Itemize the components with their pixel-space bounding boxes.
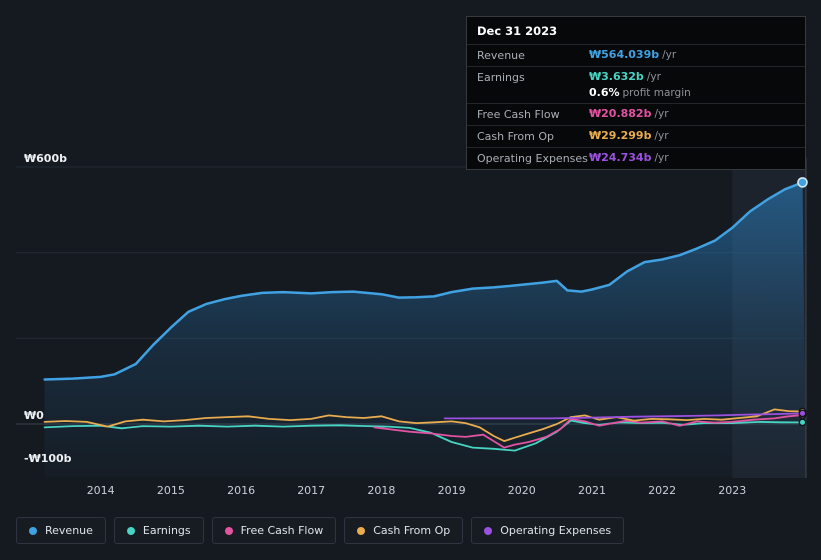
x-tick-label: 2018 — [367, 484, 396, 497]
tooltip-row-operating-expenses: Operating Expenses ₩24.734b/yr — [467, 148, 805, 169]
legend-item-free-cash-flow[interactable]: Free Cash Flow — [211, 517, 337, 544]
revenue-value: ₩564.039b — [589, 48, 660, 61]
y-axis-label: ₩600b — [24, 152, 67, 165]
revenue-dot-icon — [29, 526, 37, 535]
x-tick-label: 2019 — [437, 484, 466, 497]
value-suffix: /yr — [662, 49, 677, 61]
profit-margin-label: profit margin — [622, 87, 691, 99]
cash-from-op-value: ₩29.299b — [589, 129, 652, 142]
operating-expenses-endpoint — [798, 409, 807, 418]
tooltip-row-earnings: Earnings ₩3.632b/yr 0.6% profit margin — [467, 67, 805, 104]
legend-label: Operating Expenses — [500, 524, 612, 537]
x-tick-label: 2014 — [86, 484, 115, 497]
revenue-endpoint — [797, 177, 808, 188]
value-suffix: /yr — [654, 130, 669, 142]
legend-label: Revenue — [45, 524, 93, 537]
operating-expenses-value: ₩24.734b — [589, 151, 652, 164]
tooltip-value: ₩20.882b/yr — [589, 107, 669, 120]
value-suffix: /yr — [654, 152, 669, 164]
tooltip-card: Dec 31 2023 Revenue ₩564.039b/yr Earning… — [466, 16, 806, 170]
tooltip-label: Earnings — [477, 71, 525, 84]
x-tick-label: 2020 — [507, 484, 536, 497]
x-tick-label: 2022 — [648, 484, 677, 497]
tooltip-label: Operating Expenses — [477, 152, 588, 165]
legend-label: Cash From Op — [373, 524, 451, 537]
tooltip-label: Free Cash Flow — [477, 108, 560, 121]
y-axis-label: ₩0 — [24, 409, 44, 422]
tooltip-row-free-cash-flow: Free Cash Flow ₩20.882b/yr — [467, 104, 805, 126]
profit-margin: 0.6% profit margin — [589, 86, 691, 99]
legend-item-revenue[interactable]: Revenue — [16, 517, 106, 544]
tooltip-value: ₩3.632b/yr 0.6% profit margin — [589, 70, 691, 99]
earnings-value: ₩3.632b — [589, 70, 644, 83]
legend-label: Free Cash Flow — [240, 524, 324, 537]
tooltip-date: Dec 31 2023 — [467, 17, 805, 45]
x-tick-label: 2021 — [578, 484, 606, 497]
tooltip-row-revenue: Revenue ₩564.039b/yr — [467, 45, 805, 67]
tooltip-label: Revenue — [477, 49, 525, 62]
legend-item-operating-expenses[interactable]: Operating Expenses — [471, 517, 625, 544]
earnings-endpoint — [798, 418, 807, 427]
tooltip-value: ₩564.039b/yr — [589, 48, 676, 61]
tooltip-value: ₩29.299b/yr — [589, 129, 669, 142]
legend: Revenue Earnings Free Cash Flow Cash Fro… — [16, 517, 625, 544]
cash-from-op-dot-icon — [357, 526, 366, 535]
profit-margin-value: 0.6% — [589, 86, 620, 99]
value-suffix: /yr — [646, 71, 661, 83]
legend-item-earnings[interactable]: Earnings — [113, 517, 204, 544]
tooltip-row-cash-from-op: Cash From Op ₩29.299b/yr — [467, 126, 805, 148]
free-cash-flow-value: ₩20.882b — [589, 107, 652, 120]
legend-item-cash-from-op[interactable]: Cash From Op — [344, 517, 464, 544]
y-axis-label: -₩100b — [24, 451, 72, 465]
earnings-dot-icon — [126, 526, 135, 535]
free-cash-flow-dot-icon — [224, 526, 233, 535]
x-tick-label: 2023 — [718, 484, 747, 497]
tooltip-value: ₩24.734b/yr — [589, 151, 669, 164]
x-tick-label: 2015 — [156, 484, 185, 497]
value-suffix: /yr — [654, 108, 669, 120]
tooltip-label: Cash From Op — [477, 130, 555, 143]
chart-page: ₩600b ₩0 -₩100b 2014 2015 2016 2017 2018 2019 20… — [0, 0, 821, 560]
operating-expenses-dot-icon — [484, 526, 493, 535]
legend-label: Earnings — [142, 524, 191, 537]
x-tick-label: 2017 — [297, 484, 326, 497]
x-tick-label: 2016 — [227, 484, 256, 497]
